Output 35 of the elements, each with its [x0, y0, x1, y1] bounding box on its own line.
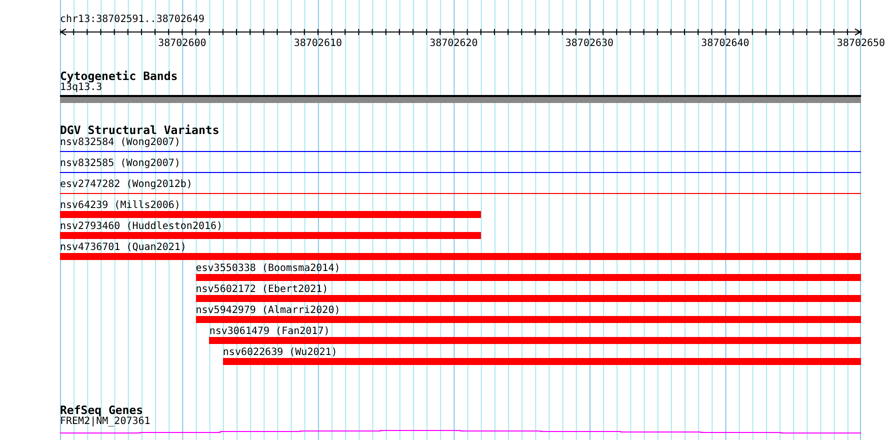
track-title: RefSeq Genes [60, 404, 144, 416]
feature-label: nsv6022639 (Wu2021) [222, 347, 338, 358]
feature-label: nsv4736701 (Quan2021) [60, 242, 186, 253]
feature-label: nsv5942979 (Almarri2020) [196, 305, 340, 316]
feature-bar[interactable] [196, 295, 861, 302]
tick-label: 38702600 [158, 38, 206, 50]
feature-line[interactable] [60, 193, 861, 194]
feature-bar[interactable] [60, 211, 481, 218]
band-label: 13q13.3 [60, 82, 102, 94]
track-title: DGV Structural Variants [60, 124, 220, 136]
feature-line[interactable] [60, 151, 861, 152]
feature-label: nsv3061479 (Fan2017) [209, 326, 330, 337]
track-title: Cytogenetic Bands [60, 70, 179, 82]
location-label: chr13:38702591..38702649 [60, 13, 206, 26]
tick-label: 38702640 [701, 38, 750, 50]
feature-label: nsv2793460 (Huddleston2016) [60, 221, 223, 232]
feature-label: esv3550338 (Boomsma2014) [196, 263, 340, 274]
feature-line[interactable] [60, 172, 861, 173]
tick-label: 38702650 [836, 38, 886, 50]
feature-bar[interactable] [209, 337, 861, 344]
feature-label: nsv64239 (Mills2006) [60, 200, 180, 211]
feature-label: nsv832585 (Wong2007) [60, 158, 180, 169]
feature-bar[interactable] [222, 358, 861, 365]
feature-label: nsv832584 (Wong2007) [60, 137, 180, 148]
feature-label: esv2747282 (Wong2012b) [60, 179, 192, 190]
feature-bar[interactable] [196, 274, 861, 281]
tick-label: 38702630 [565, 38, 614, 50]
tick-label: 38702610 [294, 38, 342, 50]
gene-label: FREM2|NM_207361 [60, 416, 152, 428]
feature-label: nsv5602172 (Ebert2021) [196, 284, 328, 295]
tick-label: 38702620 [430, 38, 478, 50]
gene-line[interactable] [60, 430, 861, 434]
feature-bar[interactable] [60, 232, 481, 239]
feature-bar[interactable] [60, 253, 861, 260]
feature-bar[interactable] [196, 316, 861, 323]
